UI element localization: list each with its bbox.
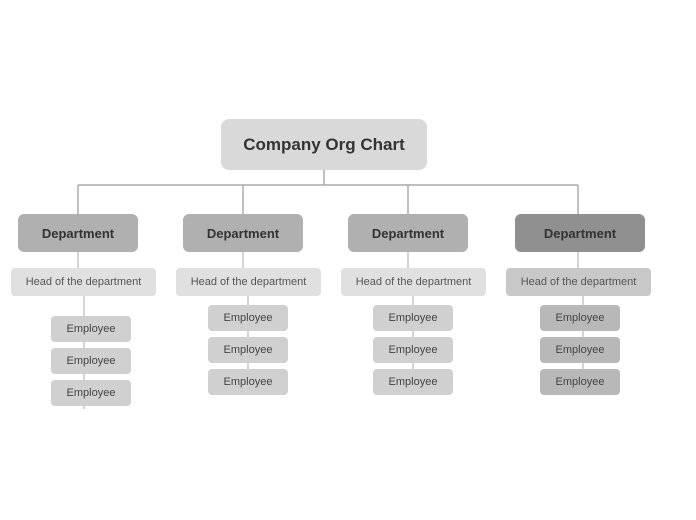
dept2-head-box: Head of the department <box>176 268 321 296</box>
dept4-employee-1: Employee <box>540 305 620 331</box>
root-node: Company Org Chart <box>221 119 427 170</box>
dept1-label: Department <box>42 226 114 241</box>
dept4-employee-2: Employee <box>540 337 620 363</box>
dept2-employee-1: Employee <box>208 305 288 331</box>
dept1-employee-1: Employee <box>51 316 131 342</box>
dept2-head-label: Head of the department <box>191 276 307 288</box>
department-2-box: Department <box>183 214 303 252</box>
dept1-head-box: Head of the department <box>11 268 156 296</box>
dept3-head-box: Head of the department <box>341 268 486 296</box>
dept4-label: Department <box>544 226 616 241</box>
department-4-box: Department <box>515 214 645 252</box>
dept3-employee-3: Employee <box>373 369 453 395</box>
dept4-head-label: Head of the department <box>521 276 637 288</box>
connector-lines <box>0 0 696 520</box>
dept3-employee-1: Employee <box>373 305 453 331</box>
dept3-head-label: Head of the department <box>356 276 472 288</box>
department-3-box: Department <box>348 214 468 252</box>
department-1-box: Department <box>18 214 138 252</box>
dept1-employee-3: Employee <box>51 380 131 406</box>
dept3-label: Department <box>372 226 444 241</box>
dept4-head-box: Head of the department <box>506 268 651 296</box>
dept1-head-label: Head of the department <box>26 276 142 288</box>
dept2-employee-3: Employee <box>208 369 288 395</box>
dept4-employee-3: Employee <box>540 369 620 395</box>
dept2-employee-2: Employee <box>208 337 288 363</box>
dept1-employee-2: Employee <box>51 348 131 374</box>
org-chart: Company Org Chart Department Head of the… <box>0 0 696 520</box>
dept3-employee-2: Employee <box>373 337 453 363</box>
root-title: Company Org Chart <box>243 135 405 155</box>
dept2-label: Department <box>207 226 279 241</box>
